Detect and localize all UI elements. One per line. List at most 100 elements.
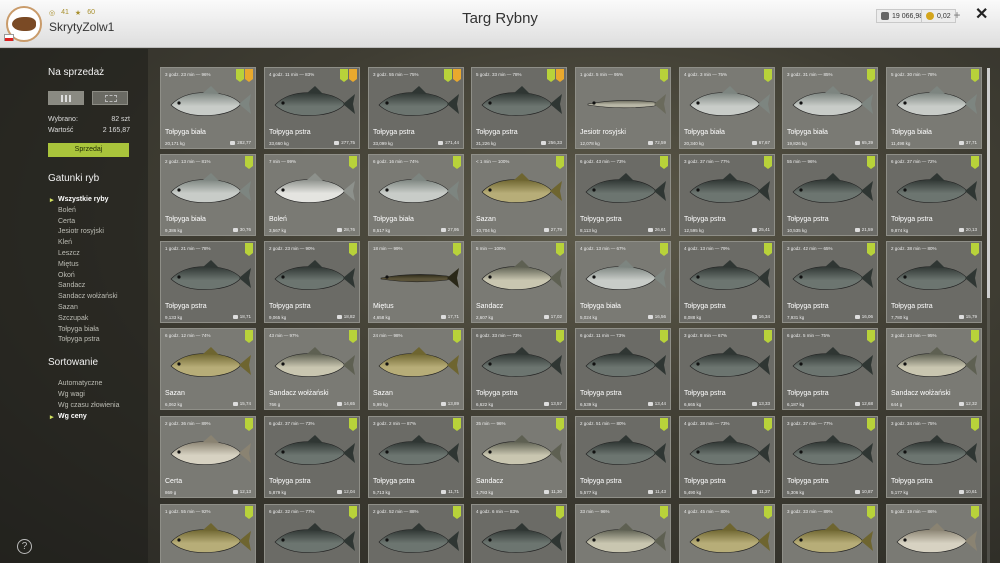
species-filter-item[interactable]: Boleń <box>58 207 76 214</box>
species-filter-item[interactable]: Leszcz <box>58 250 80 257</box>
fish-card[interactable]: 5 godz. 30 min — 78% Tołpyga biała 11,498 … <box>886 67 982 149</box>
fish-card[interactable]: 2 godz. 52 min — 88% <box>368 504 464 563</box>
fish-price: 15,79 <box>958 314 977 319</box>
fish-card[interactable]: 4 godz. 3 min — 75% Tołpyga biała 20,340 k… <box>679 67 775 149</box>
fish-card[interactable]: 6 godz. 37 min — 72% Tołpyga pstra 9,874 k… <box>886 154 982 236</box>
fish-card[interactable]: 6 godz. 12 min — 74% Sazan 6,062 kg 15,74 <box>160 328 256 410</box>
fish-card[interactable]: 5 godz. 19 min — 86% <box>886 504 982 563</box>
add-gold-button[interactable]: + <box>951 9 963 23</box>
bookmark-badge-icon <box>444 69 452 82</box>
bookmark-badge-icon <box>971 418 979 431</box>
close-button[interactable]: ✕ <box>975 7 988 23</box>
fish-card[interactable]: 2 godz. 36 min — 89% Certa 869 g 12,13 <box>160 416 256 498</box>
fish-name: Tołpyga pstra <box>580 216 622 223</box>
fish-card[interactable]: 4 godz. 13 min — 67% Tołpyga biała 5,024 k… <box>575 241 671 323</box>
sort-option[interactable]: Wg wagi <box>58 391 85 398</box>
fish-card[interactable]: 35 min — 96% Sandacz 1,793 kg 11,30 <box>471 416 567 498</box>
list-view-button[interactable] <box>92 91 128 105</box>
silver-icon <box>232 401 238 406</box>
fish-weight: 5,713 kg <box>373 490 391 495</box>
fish-card[interactable]: 4 godz. 13 min — 79% Tołpyga pstra 8,088 k… <box>679 241 775 323</box>
fish-image-icon <box>896 173 977 203</box>
fish-card[interactable]: 3 godz. 33 min — 89% <box>782 504 878 563</box>
species-filter-item[interactable]: Sandacz <box>58 282 85 289</box>
fish-card[interactable]: 6 godz. 5 min — 75% Tołpyga pstra 6,187 kg… <box>782 328 878 410</box>
fish-card[interactable]: 3 godz. 8 min — 67% Tołpyga pstra 6,665 kg… <box>679 328 775 410</box>
grid-view-button[interactable] <box>48 91 84 105</box>
fish-card[interactable]: 6 godz. 11 min — 73% Tołpyga pstra 6,539 k… <box>575 328 671 410</box>
species-filter-item[interactable]: Sazan <box>58 304 78 311</box>
fish-card[interactable]: 5 min — 100% Sandacz 2,607 kg 17,02 <box>471 241 567 323</box>
catch-time: 1 godz. 5 min — 95% <box>580 72 624 77</box>
fish-card[interactable]: 2 godz. 13 min — 81% Tołpyga biała 9,386 k… <box>160 154 256 236</box>
fish-card[interactable]: 7 min — 99% Boleń 3,567 kg 28,76 <box>264 154 360 236</box>
fish-card[interactable]: 6 godz. 16 min — 74% Tołpyga biała 8,517 k… <box>368 154 464 236</box>
fish-image-icon <box>896 523 977 553</box>
fish-card[interactable]: 1 godz. 21 min — 78% Tołpyga pstra 9,133 k… <box>160 241 256 323</box>
fish-weight: 5,490 kg <box>684 490 702 495</box>
sort-option[interactable]: Automatyczne <box>58 380 102 387</box>
fish-card[interactable]: 3 godz. 42 min — 65% Tołpyga pstra 7,931 k… <box>782 241 878 323</box>
fish-card[interactable]: 43 min — 97% Sandacz wołżański 766 g 14,65 <box>264 328 360 410</box>
trophy-badge-icon <box>453 69 461 82</box>
catch-time: 4 godz. 11 min — 83% <box>269 72 315 77</box>
fish-card[interactable]: 2 godz. 23 min — 90% Tołpyga pstra 9,065 k… <box>264 241 360 323</box>
fish-card[interactable]: 3 godz. 37 min — 77% Tołpyga pstra 5,306 k… <box>782 416 878 498</box>
species-filter-item[interactable]: Kleń <box>58 239 72 246</box>
species-filter-item[interactable]: Miętus <box>58 261 79 268</box>
species-filter-item[interactable]: Jesiotr rosyjski <box>58 228 104 235</box>
fish-card[interactable]: < 1 min — 100% Sazan 10,704 kg 27,79 <box>471 154 567 236</box>
fish-card[interactable]: 33 min — 96% <box>575 504 671 563</box>
silver-icon <box>543 227 549 232</box>
fish-card[interactable]: 1 godz. 5 min — 95% Jesiotr rosyjski 12,07… <box>575 67 671 149</box>
fish-card[interactable]: 6 godz. 32 min — 77% <box>264 504 360 563</box>
help-button[interactable]: ? <box>17 539 32 554</box>
species-filter-item[interactable]: Tołpyga biała <box>58 326 99 333</box>
fish-card[interactable]: 2 godz. 38 min — 80% Tołpyga pstra 7,780 k… <box>886 241 982 323</box>
fish-name: Tołpyga biała <box>373 216 414 223</box>
fish-card[interactable]: 6 godz. 37 min — 73% Tołpyga pstra 5,879 k… <box>264 416 360 498</box>
fish-card[interactable]: 4 godz. 38 min — 73% Tołpyga pstra 5,490 k… <box>679 416 775 498</box>
bookmark-badge-icon <box>453 243 461 256</box>
fish-card[interactable]: 18 min — 99% Miętus 4,658 kg 17,71 <box>368 241 464 323</box>
species-filter-item[interactable]: Szczupak <box>58 315 88 322</box>
fish-card[interactable]: 4 godz. 6 min — 83% <box>471 504 567 563</box>
fish-card[interactable]: 3 godz. 31 min — 85% Tołpyga biała 19,826 … <box>782 67 878 149</box>
fish-weight: 869 g <box>165 490 177 495</box>
sort-option[interactable]: Wg ceny <box>50 413 87 421</box>
fish-card[interactable]: 3 godz. 37 min — 77% Tołpyga pstra 12,595 … <box>679 154 775 236</box>
fish-card[interactable]: 3 godz. 34 min — 75% Tołpyga pstra 5,177 k… <box>886 416 982 498</box>
fish-card[interactable]: 4 godz. 45 min — 80% <box>679 504 775 563</box>
bookmark-badge-icon <box>867 418 875 431</box>
catch-time: 6 godz. 33 min — 73% <box>476 333 522 338</box>
fish-price: 17,71 <box>440 314 459 319</box>
fish-card[interactable]: 6 godz. 33 min — 73% Tołpyga pstra 6,622 k… <box>471 328 567 410</box>
fish-card[interactable]: 1 godz. 55 min — 92% <box>160 504 256 563</box>
fish-card[interactable]: 24 min — 98% Sazan 5,99 kg 13,89 <box>368 328 464 410</box>
sort-option[interactable]: Wg czasu złowienia <box>58 402 119 409</box>
fish-image-icon <box>896 347 977 377</box>
card-badges <box>453 156 461 169</box>
fish-weight: 6,622 kg <box>476 402 494 407</box>
fish-card[interactable]: 4 godz. 11 min — 83% Tołpyga pstra 33,660 … <box>264 67 360 149</box>
fish-card[interactable]: 3 godz. 23 min — 96% Tołpyga biała 20,171 … <box>160 67 256 149</box>
fish-weight: 7,780 kg <box>891 315 909 320</box>
fish-card[interactable]: 3 godz. 55 min — 75% Tołpyga pstra 33,099 … <box>368 67 464 149</box>
fish-card[interactable]: 3 godz. 2 min — 87% Tołpyga pstra 5,713 kg… <box>368 416 464 498</box>
fish-card[interactable]: 55 min — 96% Tołpyga pstra 10,535 kg 21,59 <box>782 154 878 236</box>
fish-card[interactable]: 5 godz. 33 min — 78% Tołpyga pstra 31,226 … <box>471 67 567 149</box>
species-filter-item[interactable]: Certa <box>58 218 75 225</box>
scrollbar-thumb[interactable] <box>987 68 990 298</box>
silver-icon <box>647 227 653 232</box>
fish-image-icon <box>896 260 977 290</box>
species-filter-item[interactable]: Tołpyga pstra <box>58 336 100 343</box>
species-filter-item[interactable]: Wszystkie ryby <box>50 196 109 204</box>
sell-button[interactable]: Sprzedaj <box>48 143 129 157</box>
fish-card[interactable]: 6 godz. 43 min — 73% Tołpyga pstra 8,113 k… <box>575 154 671 236</box>
catch-time: 2 godz. 23 min — 90% <box>269 246 315 251</box>
fish-card[interactable]: 2 godz. 51 min — 80% Tołpyga pstra 5,577 k… <box>575 416 671 498</box>
fish-card[interactable]: 3 godz. 13 min — 95% Sandacz wołżański 644… <box>886 328 982 410</box>
fish-image-icon <box>792 260 873 290</box>
species-filter-item[interactable]: Okoń <box>58 272 75 279</box>
species-filter-item[interactable]: Sandacz wołżański <box>58 293 118 300</box>
